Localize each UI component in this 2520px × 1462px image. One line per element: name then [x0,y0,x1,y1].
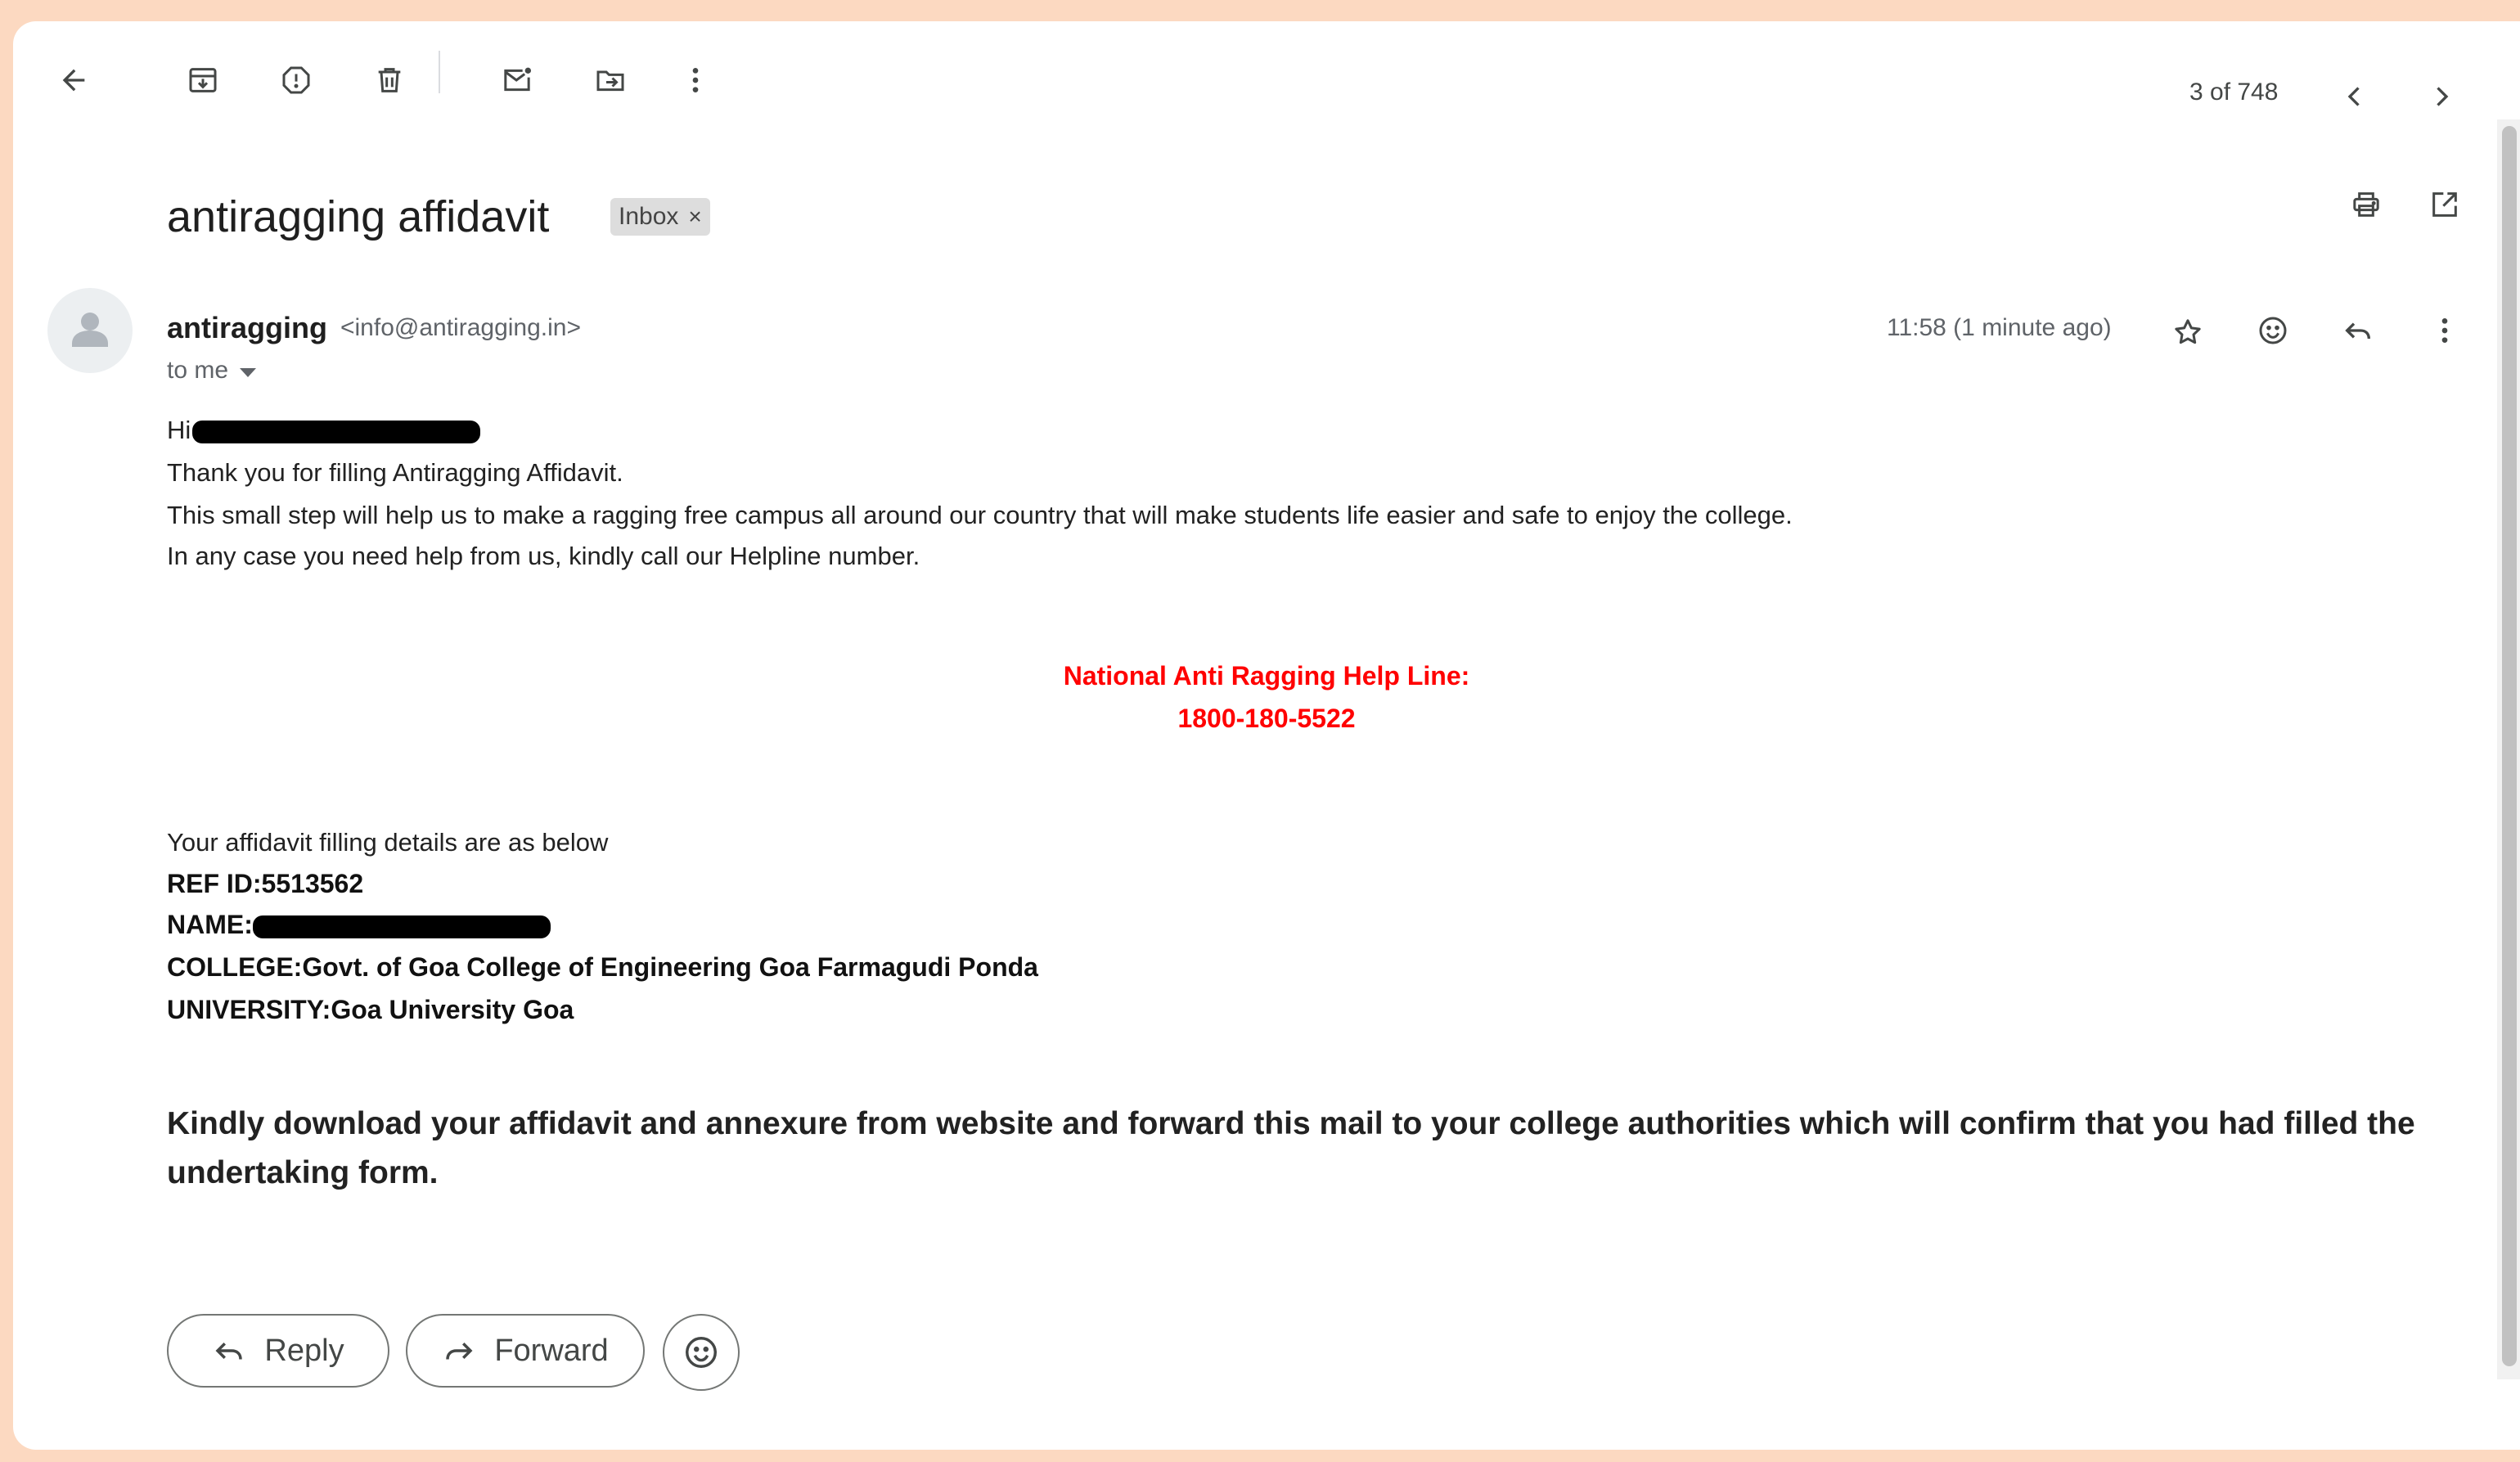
greeting-text: Hi [167,416,191,444]
helpline-title: National Anti Ragging Help Line: [1063,661,1470,691]
details-intro: Your affidavit filling details are as be… [167,828,609,857]
toolbar-divider [439,51,440,93]
instruction-text: Kindly download your affidavit and annex… [167,1106,2415,1190]
college-line: COLLEGE:Govt. of Goa College of Engineer… [167,952,1038,982]
sender-avatar[interactable] [47,288,133,373]
archive-icon[interactable] [177,54,229,106]
message-timestamp: 11:58 (1 minute ago) [1887,314,2112,341]
reply-button-icon [215,1343,243,1360]
helpline-number: 1800-180-5522 [1177,704,1356,733]
forward-arrow-icon [446,1343,473,1360]
email-subject: antiragging affidavit [167,192,550,241]
open-in-new-icon[interactable] [2419,178,2471,231]
name-label: NAME: [167,910,253,939]
inbox-label-text: Inbox [619,203,679,230]
print-icon[interactable] [2340,178,2392,231]
forward-button-label: Forward [494,1333,609,1368]
body-line-thanks: Thank you for filling Antiragging Affida… [167,458,623,487]
star-icon[interactable] [2162,306,2214,358]
sender-name[interactable]: antiragging [167,311,327,345]
reply-button[interactable]: Reply [167,1314,389,1388]
more-vertical-icon[interactable] [669,54,722,106]
trash-icon[interactable] [363,54,416,106]
redacted-student-name [252,915,551,938]
redacted-name [192,420,481,443]
remove-label-icon[interactable]: × [688,204,701,230]
caret-down-icon [240,367,257,377]
move-to-icon[interactable] [584,54,637,106]
pager-count: 3 of 748 [2189,79,2279,106]
name-line: NAME: [167,910,551,940]
back-arrow-icon[interactable] [47,54,100,106]
emoji-react-button[interactable] [663,1314,740,1391]
emoji-react-icon [686,1337,717,1368]
ref-id: REF ID:5513562 [167,869,364,898]
inbox-label-chip[interactable]: Inbox × [610,198,710,236]
chevron-right-icon[interactable] [2415,70,2468,123]
reply-button-label: Reply [264,1333,344,1368]
email-view: 3 of 748 antiragging affidavit Inbox × a… [13,21,2520,1450]
report-spam-icon[interactable] [270,54,322,106]
sender-email: <info@antiragging.in> [340,314,581,341]
university-line: UNIVERSITY:Goa University Goa [167,995,574,1024]
recipient-details-toggle[interactable]: to me [167,357,257,385]
chevron-left-icon[interactable] [2329,70,2381,123]
recipient-text: to me [167,357,229,384]
emoji-icon[interactable] [2247,304,2299,357]
mark-unread-icon[interactable] [491,54,543,106]
greeting: Hi [167,416,481,445]
scrollbar-thumb[interactable] [2502,126,2517,1366]
forward-button[interactable]: Forward [406,1314,645,1388]
reply-icon[interactable] [2332,304,2384,357]
body-line-help: In any case you need help from us, kindl… [167,542,920,570]
message-more-icon[interactable] [2419,304,2471,357]
body-line-purpose: This small step will help us to make a r… [167,501,1793,529]
